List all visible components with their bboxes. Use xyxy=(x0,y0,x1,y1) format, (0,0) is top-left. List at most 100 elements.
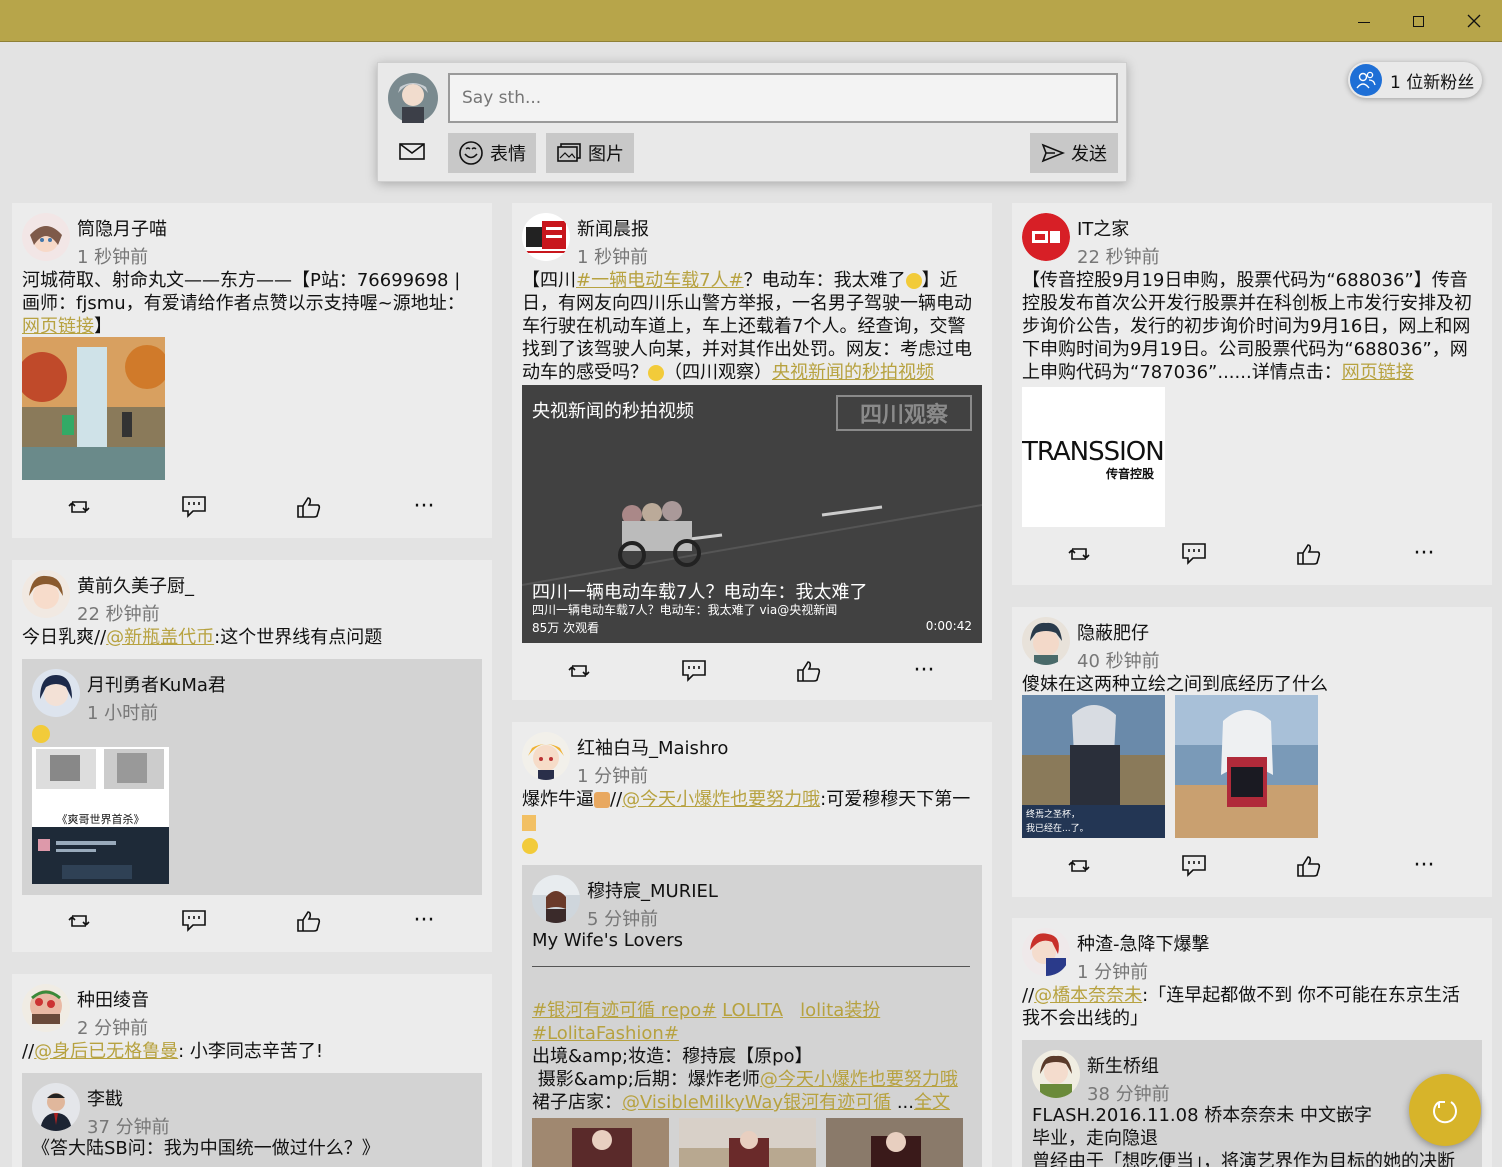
post-image[interactable] xyxy=(679,1118,816,1167)
repost-button[interactable] xyxy=(64,908,94,934)
like-button[interactable] xyxy=(1294,853,1324,879)
comment-button[interactable] xyxy=(1179,541,1209,567)
avatar[interactable] xyxy=(1022,213,1070,261)
more-button[interactable]: ··· xyxy=(409,494,439,520)
image-button[interactable]: 图片 xyxy=(546,133,634,173)
maximize-button[interactable] xyxy=(1390,0,1446,42)
hashtag-link[interactable]: #银河有迹可循 repo# xyxy=(532,1000,716,1021)
author-name[interactable]: 新闻晨报 xyxy=(577,215,649,241)
comment-button[interactable] xyxy=(179,908,209,934)
post-image[interactable]: 终焉之圣杯， 我已经在...了。 xyxy=(1022,695,1165,838)
post-image[interactable]: TRANSSION 传音控股 xyxy=(1022,387,1165,527)
avatar[interactable] xyxy=(522,213,570,261)
mention-link[interactable]: @今天小爆炸也要努力哦 xyxy=(622,789,820,810)
full-text-link[interactable]: 全文 xyxy=(914,1092,950,1113)
mention-link[interactable]: @新瓶盖代币 xyxy=(106,627,214,648)
like-button[interactable] xyxy=(294,908,324,934)
post-time: 1 秒钟前 xyxy=(77,247,149,268)
repost-button[interactable] xyxy=(1064,853,1094,879)
video-views: 85万 次观看 xyxy=(532,621,600,635)
post-image[interactable] xyxy=(22,337,165,480)
author-name[interactable]: 李戡 xyxy=(87,1085,123,1111)
mention-link[interactable]: @身后已无格鲁曼 xyxy=(34,1041,178,1062)
comment-button[interactable] xyxy=(679,658,709,684)
post-image[interactable] xyxy=(826,1118,963,1167)
post-time: 40 秒钟前 xyxy=(1077,651,1160,672)
divider xyxy=(532,966,970,967)
thumbs-up-icon xyxy=(297,497,321,518)
avatar[interactable] xyxy=(1022,928,1070,976)
emoji-button[interactable]: 表情 xyxy=(448,133,536,173)
author-name[interactable]: 穆持宸_MURIEL xyxy=(587,877,718,903)
mention-link[interactable]: @橋本奈奈未 xyxy=(1034,985,1142,1006)
mention-link[interactable]: @今天小爆炸也要努力哦 xyxy=(760,1069,958,1090)
like-button[interactable] xyxy=(794,658,824,684)
author-name[interactable]: 红袖白马_Maishro xyxy=(577,734,728,760)
like-button[interactable] xyxy=(294,494,324,520)
post-card: 隐蔽肥仔 40 秒钟前 傻妹在这两种立绘之间到底经历了什么 终焉之圣杯， 我已经… xyxy=(1012,607,1492,897)
like-button[interactable] xyxy=(1294,541,1324,567)
author-name[interactable]: 种渣-急降下爆撃 xyxy=(1077,930,1210,956)
post-card: 种田绫音 2 分钟前 //@身后已无格鲁曼: 小李同志辛苦了! 李戡 37 分钟… xyxy=(12,974,492,1167)
avatar[interactable] xyxy=(22,984,70,1032)
post-text: //@橋本奈奈未:「连早起都做不到 你不可能在东京生活 我不会出线的」 xyxy=(1022,985,1460,1029)
new-followers-badge[interactable]: 1 位新粉丝 xyxy=(1348,62,1482,98)
web-link[interactable]: 网页链接 xyxy=(22,316,94,337)
repost-button[interactable] xyxy=(1064,541,1094,567)
post-text: 傻妹在这两种立绘之间到底经历了什么 xyxy=(1022,674,1328,695)
hashtag-link[interactable]: #一辆电动车载7人# xyxy=(576,270,744,291)
post-image[interactable] xyxy=(532,1118,669,1167)
hashtag-link[interactable]: lolita装扮 xyxy=(800,1000,880,1021)
post-image[interactable]: 《爽哥世界首杀》 xyxy=(32,747,169,884)
more-icon: ··· xyxy=(1413,853,1435,878)
author-name[interactable]: 筒隐月子喵 xyxy=(77,215,167,241)
author-name[interactable]: 黄前久美子厨_ xyxy=(77,572,194,598)
post-image[interactable] xyxy=(1175,695,1318,838)
minimize-button[interactable] xyxy=(1336,0,1392,42)
quoted-post[interactable]: 穆持宸_MURIEL 5 分钟前 My Wife's Lovers #银河有迹可… xyxy=(522,865,982,1167)
post-input[interactable] xyxy=(448,73,1118,123)
avatar[interactable] xyxy=(32,669,80,717)
emoji-icon xyxy=(594,792,610,808)
more-button[interactable]: ··· xyxy=(1409,541,1439,567)
avatar[interactable] xyxy=(1022,617,1070,665)
image-caption: 我已经在...了。 xyxy=(1026,824,1089,834)
web-link[interactable]: 网页链接 xyxy=(1342,362,1414,383)
refresh-icon xyxy=(1433,1101,1457,1124)
refresh-button[interactable] xyxy=(1409,1074,1481,1146)
author-name[interactable]: IT之家 xyxy=(1077,215,1129,241)
author-name[interactable]: 新生桥组 xyxy=(1087,1052,1159,1078)
hashtag-link[interactable]: #LolitaFashion# xyxy=(532,1023,679,1044)
repost-icon xyxy=(1068,548,1090,560)
avatar[interactable] xyxy=(1032,1050,1080,1098)
close-button[interactable] xyxy=(1446,0,1502,42)
author-name[interactable]: 种田绫音 xyxy=(77,986,149,1012)
mention-link[interactable]: @VisibleMilkyWay银河有迹可循 xyxy=(622,1092,891,1113)
mail-icon[interactable] xyxy=(398,141,428,165)
avatar[interactable] xyxy=(522,732,570,780)
more-button[interactable]: ··· xyxy=(409,908,439,934)
author-name[interactable]: 月刊勇者KuMa君 xyxy=(87,671,226,697)
comment-button[interactable] xyxy=(179,494,209,520)
hashtag-link[interactable]: LOLITA xyxy=(722,1000,783,1021)
emoji-icon xyxy=(522,815,536,831)
avatar[interactable] xyxy=(22,570,70,618)
quoted-text: 裙子店家：@VisibleMilkyWay银河有迹可循 ...全文 xyxy=(532,1092,950,1113)
quoted-post[interactable]: 月刊勇者KuMa君 1 小时前 《爽哥世界首杀》 xyxy=(22,659,482,895)
repost-button[interactable] xyxy=(64,494,94,520)
more-button[interactable]: ··· xyxy=(909,658,939,684)
thumbs-up-icon xyxy=(797,661,821,682)
author-name[interactable]: 隐蔽肥仔 xyxy=(1077,619,1149,645)
video-link[interactable]: 央视新闻的秒拍视频 xyxy=(772,362,934,383)
avatar[interactable] xyxy=(532,875,580,923)
send-button[interactable]: 发送 xyxy=(1030,133,1118,173)
quoted-post[interactable]: 李戡 37 分钟前 《答大陆SB问：我为中国统一做过什么？》 xyxy=(22,1073,482,1167)
repost-button[interactable] xyxy=(564,658,594,684)
comment-button[interactable] xyxy=(1179,853,1209,879)
post-text: 【四川#一辆电动车载7人#？电动车：我太难了 】近日，有网友向四川乐山警方举报，一… xyxy=(522,270,972,383)
avatar[interactable] xyxy=(32,1083,80,1131)
avatar[interactable] xyxy=(388,73,438,123)
avatar[interactable] xyxy=(22,213,70,261)
more-button[interactable]: ··· xyxy=(1409,853,1439,879)
video-player[interactable]: 央视新闻的秒拍视频 四川观察 四川一辆电动车载7人？电动车：我太难了 四川一辆电… xyxy=(522,385,982,643)
